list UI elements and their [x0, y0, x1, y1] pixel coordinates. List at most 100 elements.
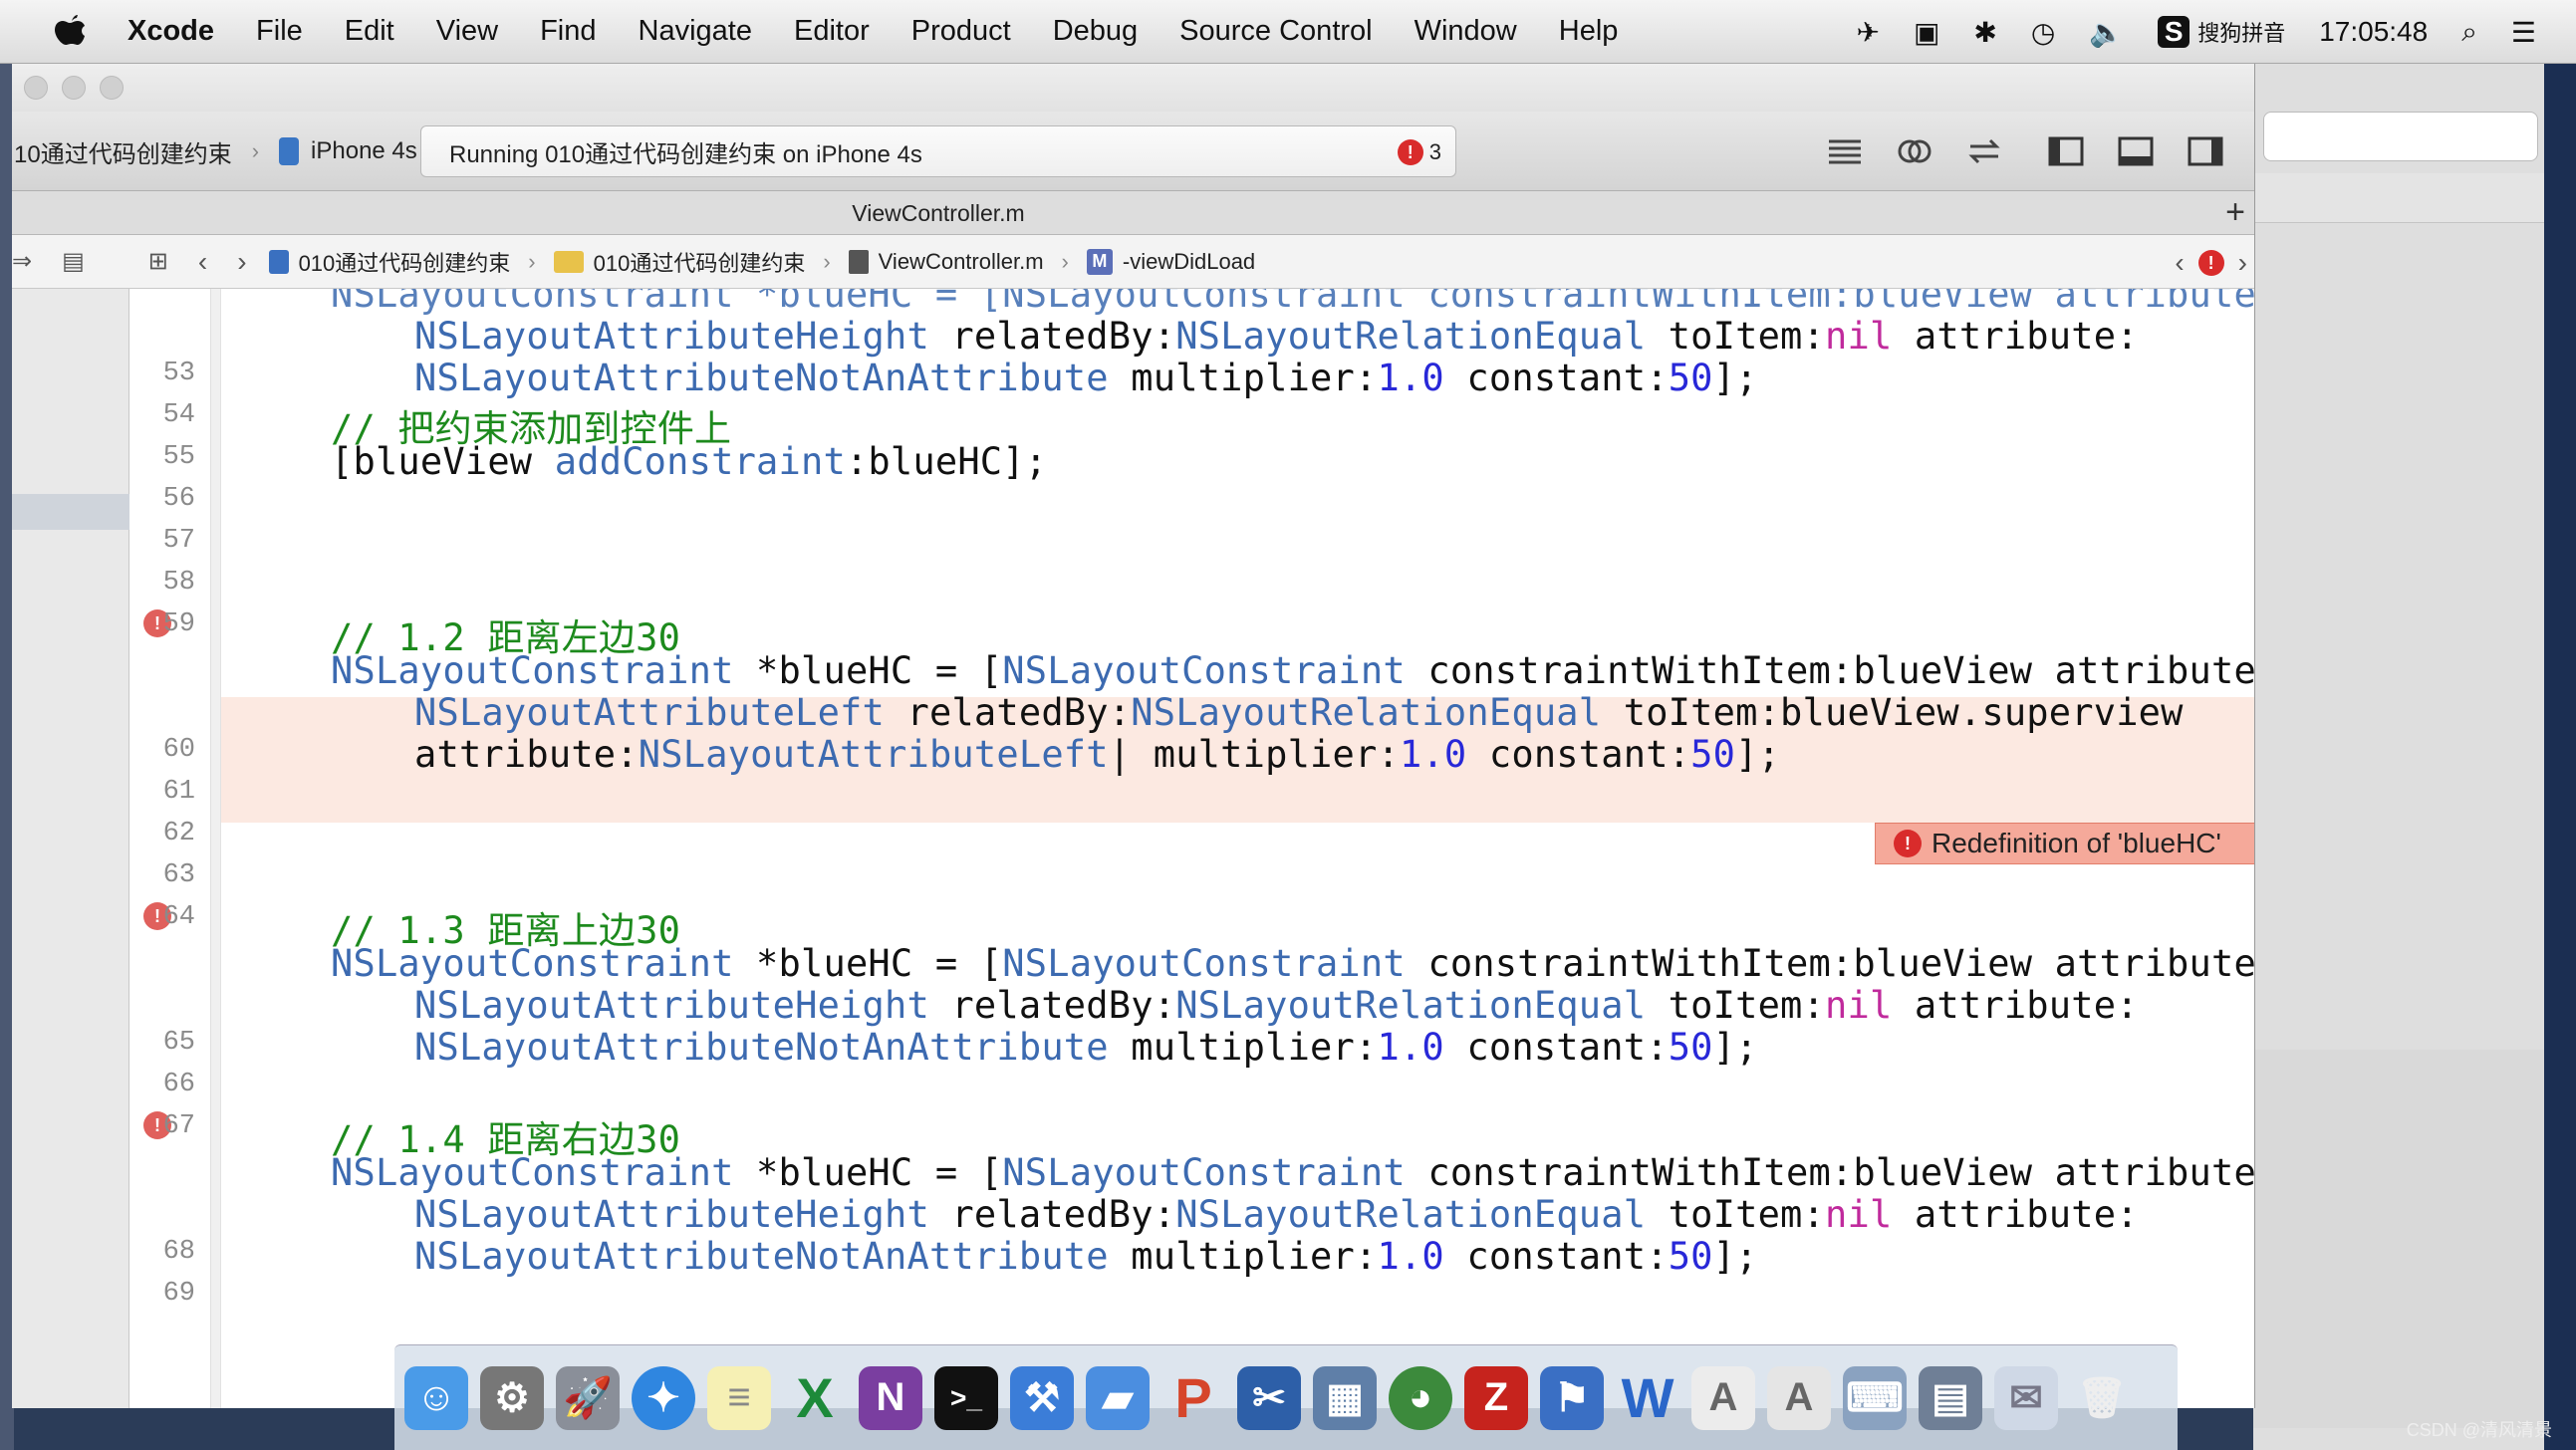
- navigator-toggle-icon[interactable]: [2046, 131, 2086, 171]
- activity-viewer[interactable]: Running 010通过代码创建约束 on iPhone 4s ! 3: [420, 125, 1456, 177]
- instruments-icon[interactable]: ✂: [1237, 1365, 1301, 1430]
- xcode-icon[interactable]: ⚒: [1010, 1365, 1074, 1430]
- screen-record-icon[interactable]: ▣: [1914, 16, 1939, 49]
- device-icon: [279, 137, 300, 165]
- folder-app-icon[interactable]: ▰: [1086, 1365, 1150, 1430]
- notification-center-icon[interactable]: ☰: [2511, 16, 2536, 49]
- time-capsule-icon[interactable]: ◕: [1389, 1365, 1452, 1430]
- forward-arrow-icon[interactable]: ›: [237, 246, 246, 278]
- filezilla-icon[interactable]: Z: [1464, 1365, 1528, 1430]
- line-number: 62: [162, 819, 195, 848]
- xcode-tools-icon[interactable]: ⚑: [1540, 1365, 1604, 1430]
- spotlight-search-icon[interactable]: ⌕: [2461, 16, 2477, 49]
- menu-file[interactable]: File: [256, 15, 303, 48]
- related-items-icon[interactable]: ⇒: [12, 247, 32, 276]
- error-count: 3: [1428, 139, 1441, 164]
- back-arrow-icon[interactable]: ‹: [198, 246, 207, 278]
- tab-viewcontroller[interactable]: ViewController.m: [12, 191, 1865, 235]
- trash-icon[interactable]: 🗑: [2070, 1366, 2134, 1430]
- close-window-button[interactable]: [24, 76, 48, 100]
- scheme-selector[interactable]: 10通过代码创建约束 › iPhone 4s: [12, 125, 417, 177]
- chevron-right-icon: ›: [823, 248, 831, 274]
- version-editor-icon[interactable]: [1964, 131, 2004, 171]
- zoom-window-button[interactable]: [100, 76, 124, 100]
- new-tab-button[interactable]: +: [2218, 193, 2252, 231]
- source-editor[interactable]: NSLayoutConstraint *blueHC = [NSLayoutCo…: [221, 289, 2255, 1408]
- launchpad-icon[interactable]: 🚀: [556, 1365, 620, 1430]
- code-line: NSLayoutConstraint *blueHC = [NSLayoutCo…: [331, 942, 2255, 985]
- inspector-header: [2253, 173, 2544, 223]
- menu-editor[interactable]: Editor: [794, 15, 870, 48]
- line-number-gutter: 53 54 55 56 57 58 ! 59 60 61 62 63 ! 64 …: [129, 289, 221, 1408]
- comment-icon[interactable]: ▤: [62, 247, 85, 276]
- line-number: 59: [162, 609, 195, 639]
- toolbar: 10通过代码创建约束 › iPhone 4s Running 010通过代码创建…: [12, 112, 2254, 191]
- issue-error-icon[interactable]: !: [2197, 250, 2224, 276]
- breadcrumb-group[interactable]: 010通过代码创建约束: [594, 246, 806, 278]
- terminal-icon[interactable]: >_: [934, 1365, 998, 1430]
- dock: ☺ ⚙ 🚀 ✦ ≡ X N >_ ⚒ ▰ P ✂ ▦ ◕ Z ⚑ W A A ⌨…: [394, 1344, 2178, 1450]
- mail-icon[interactable]: ✉: [1994, 1365, 2058, 1430]
- jumpbar-controls: ⇒ ▤ ⊞ ‹ ›: [12, 246, 247, 278]
- volume-icon[interactable]: 🔈: [2089, 16, 2124, 49]
- debug-area-toggle-icon[interactable]: [2116, 131, 2156, 171]
- remote-desktop-icon[interactable]: ▤: [1919, 1365, 1982, 1430]
- previous-issue-icon[interactable]: ‹: [2175, 247, 2184, 279]
- input-method-menu[interactable]: S 搜狗拼音: [2158, 16, 2285, 48]
- menu-window[interactable]: Window: [1415, 15, 1517, 48]
- utilities-toggle-icon[interactable]: [2186, 131, 2225, 171]
- breadcrumb-file[interactable]: ViewController.m: [879, 249, 1044, 275]
- menu-edit[interactable]: Edit: [345, 15, 394, 48]
- menu-find[interactable]: Find: [540, 15, 596, 48]
- library-search-field[interactable]: [2263, 112, 2538, 161]
- notes-icon[interactable]: ≡: [707, 1365, 771, 1430]
- airplane-icon[interactable]: ✈: [1856, 16, 1879, 49]
- excel-icon[interactable]: X: [783, 1366, 847, 1430]
- line-number: 67: [162, 1111, 195, 1141]
- breadcrumb-project[interactable]: 010通过代码创建约束: [299, 246, 511, 278]
- menu-clock[interactable]: 17:05:48: [2319, 16, 2428, 48]
- grid-icon[interactable]: ⊞: [148, 247, 168, 276]
- issue-indicator[interactable]: ! 3: [1397, 126, 1441, 178]
- chevron-right-icon: ›: [251, 138, 260, 163]
- menu-app-xcode[interactable]: Xcode: [128, 15, 214, 48]
- safari-icon[interactable]: ✦: [632, 1365, 695, 1430]
- line-number: 56: [162, 484, 195, 514]
- menu-navigate[interactable]: Navigate: [639, 15, 752, 48]
- code-line: NSLayoutAttributeNotAnAttribute multipli…: [414, 357, 1758, 399]
- menu-product[interactable]: Product: [911, 15, 1011, 48]
- navigator-selected-row[interactable]: [12, 494, 129, 530]
- utility-icon[interactable]: ⌨: [1843, 1365, 1907, 1430]
- powerpoint-icon[interactable]: P: [1161, 1366, 1225, 1430]
- menu-debug[interactable]: Debug: [1053, 15, 1138, 48]
- menu-view[interactable]: View: [436, 15, 498, 48]
- library-panel: [2253, 1050, 2544, 1428]
- menu-help[interactable]: Help: [1559, 15, 1619, 48]
- standard-editor-icon[interactable]: [1825, 131, 1865, 171]
- menu-source-control[interactable]: Source Control: [1179, 15, 1372, 48]
- next-issue-icon[interactable]: ›: [2238, 247, 2247, 279]
- code-line: NSLayoutAttributeHeight relatedBy:NSLayo…: [414, 1193, 2139, 1236]
- line-number: 61: [162, 777, 195, 807]
- assistant-editor-icon[interactable]: [1895, 131, 1934, 171]
- navigator-pane: [12, 289, 129, 1408]
- line-number: 53: [162, 359, 195, 388]
- font-book-icon[interactable]: A: [1691, 1365, 1755, 1430]
- bluetooth-icon[interactable]: ✱: [1973, 16, 1996, 49]
- dictionary-icon[interactable]: A: [1767, 1365, 1831, 1430]
- breadcrumb-method[interactable]: -viewDidLoad: [1123, 249, 1255, 275]
- error-annotation[interactable]: ! Redefinition of 'blueHC': [1875, 823, 2254, 864]
- input-method-label: 搜狗拼音: [2197, 21, 2286, 46]
- line-number: 69: [162, 1279, 195, 1309]
- onenote-icon[interactable]: N: [859, 1365, 922, 1430]
- time-machine-icon[interactable]: ◷: [2031, 16, 2055, 49]
- window-titlebar: [12, 64, 2254, 112]
- minimize-window-button[interactable]: [62, 76, 86, 100]
- finder-icon[interactable]: ☺: [404, 1365, 468, 1430]
- system-preferences-icon[interactable]: ⚙: [480, 1365, 544, 1430]
- code-line: NSLayoutConstraint *blueHC = [NSLayoutCo…: [331, 649, 2255, 692]
- scheme-name: 10通过代码创建约束: [14, 140, 232, 168]
- word-icon[interactable]: W: [1616, 1366, 1679, 1430]
- apple-menu-icon[interactable]: [50, 12, 90, 52]
- preview-icon[interactable]: ▦: [1313, 1365, 1377, 1430]
